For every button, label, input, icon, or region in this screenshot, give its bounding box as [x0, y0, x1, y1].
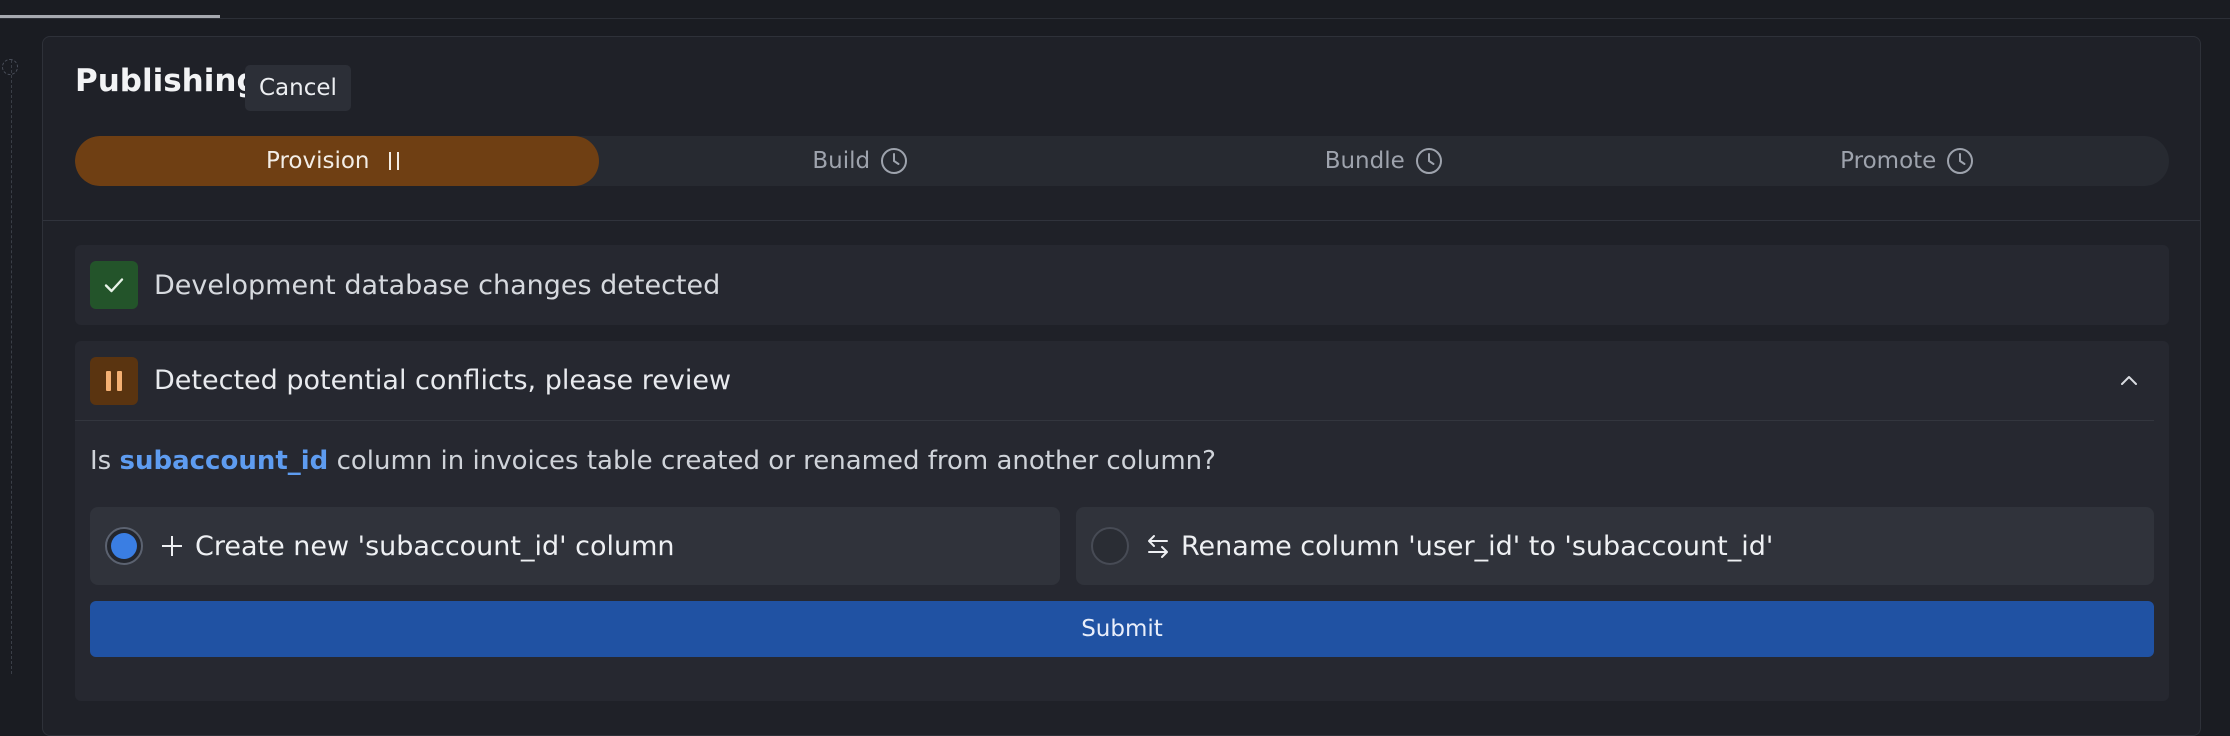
pause-icon — [388, 152, 399, 170]
clock-icon — [881, 148, 908, 174]
step-provision: Provision — [75, 136, 599, 186]
check-icon — [104, 278, 124, 293]
chevron-up-icon[interactable] — [2117, 369, 2141, 393]
cancel-button[interactable]: Cancel — [245, 65, 351, 111]
radio-unselected[interactable] — [1091, 527, 1129, 565]
swap-arrows-icon — [1148, 535, 1168, 558]
option-rename-column[interactable]: Rename column 'user_id' to 'subaccount_i… — [1076, 507, 2154, 585]
option-label: Rename column 'user_id' to 'subaccount_i… — [1181, 530, 1774, 562]
pause-icon — [106, 370, 122, 391]
publish-checks: Development database changes detected De… — [75, 245, 2169, 701]
clock-icon — [1947, 148, 1974, 174]
step-label: Provision — [265, 148, 370, 174]
page-title: Publishing — [75, 63, 259, 99]
clock-icon — [1415, 148, 1442, 174]
radio-selected[interactable] — [105, 527, 143, 565]
check-text: Development database changes detected — [154, 269, 721, 301]
conflict-question: Is subaccount_id column in invoices tabl… — [90, 446, 1216, 476]
conflicts-header[interactable]: Detected potential conflicts, please rev… — [75, 341, 2154, 421]
question-suffix: column in invoices table created or rena… — [336, 446, 1216, 476]
active-tab-indicator — [0, 15, 220, 18]
column-name: subaccount_id — [119, 446, 329, 476]
step-promote: Promote — [1646, 136, 2170, 186]
top-tab-bar — [0, 0, 2230, 19]
step-bundle: Bundle — [1122, 136, 1646, 186]
option-create-column[interactable]: Create new 'subaccount_id' column — [90, 507, 1060, 585]
paused-badge — [90, 356, 138, 405]
resolution-options: Create new 'subaccount_id' column Rename… — [90, 507, 2154, 585]
plus-icon — [162, 536, 182, 556]
publishing-header: Publishing Cancel Provision Build Bundle — [43, 37, 2200, 221]
option-label: Create new 'subaccount_id' column — [195, 530, 675, 562]
check-text: Detected potential conflicts, please rev… — [154, 365, 732, 396]
publish-stepper: Provision Build Bundle Promote — [75, 136, 2169, 186]
submit-button[interactable]: Submit — [90, 601, 2154, 657]
success-badge — [90, 261, 138, 309]
step-label: Bundle — [1324, 148, 1405, 174]
step-label: Build — [812, 148, 871, 174]
timeline-rail — [11, 60, 12, 674]
conflicts-check: Detected potential conflicts, please rev… — [75, 341, 2169, 701]
step-build: Build — [599, 136, 1123, 186]
db-changes-check: Development database changes detected — [75, 245, 2169, 325]
question-prefix: Is — [90, 446, 112, 476]
timeline-node-icon — [2, 59, 18, 75]
publishing-panel: Publishing Cancel Provision Build Bundle — [42, 36, 2201, 736]
step-label: Promote — [1840, 148, 1937, 174]
